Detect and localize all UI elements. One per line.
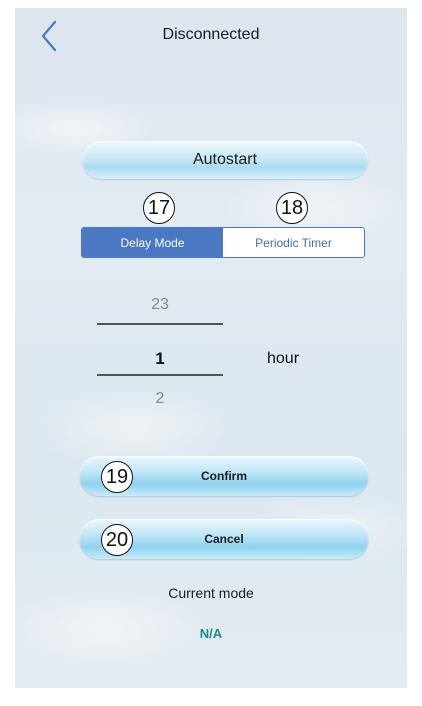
autostart-header: Autostart — [82, 141, 368, 179]
picker-previous-value[interactable]: 23 — [97, 296, 223, 314]
picker-next-value[interactable]: 2 — [97, 390, 223, 408]
current-mode-label: Current mode — [168, 585, 254, 601]
annotation-marker: 20 — [101, 524, 133, 556]
picker-divider-bottom — [97, 374, 223, 376]
picker-unit-label: hour — [267, 350, 300, 367]
app-screen: Disconnected Autostart 17 18 Delay Mode … — [15, 8, 407, 688]
current-mode-value: N/A — [199, 626, 223, 641]
autostart-label: Autostart — [192, 151, 258, 168]
picker-selected-value[interactable]: 1 — [97, 349, 223, 369]
cancel-button-label: Cancel — [204, 532, 244, 546]
annotation-marker: 17 — [143, 192, 175, 224]
confirm-button-label: Confirm — [201, 469, 247, 483]
annotation-marker: 18 — [276, 192, 308, 224]
tab-delay-mode[interactable]: Delay Mode — [82, 228, 223, 257]
mode-segmented-control: Delay Mode Periodic Timer — [81, 227, 365, 258]
annotation-marker: 19 — [101, 461, 133, 493]
tab-periodic-timer[interactable]: Periodic Timer — [223, 228, 364, 257]
picker-divider-top — [97, 323, 223, 325]
page-title: Disconnected — [162, 26, 260, 43]
